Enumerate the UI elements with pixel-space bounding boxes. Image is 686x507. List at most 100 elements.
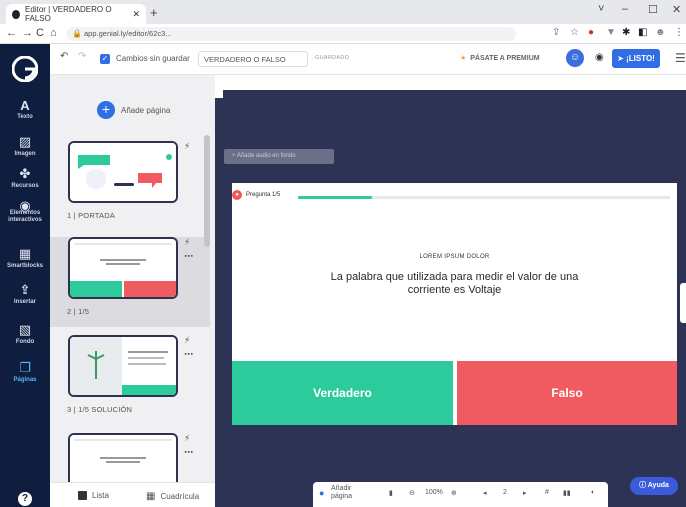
page-label-3: 3 | 1/5 SOLUCIÓN: [67, 405, 133, 414]
back-icon[interactable]: ←: [6, 27, 17, 39]
help-button-label: Ayuda: [647, 482, 669, 489]
delete-icon[interactable]: ▮: [389, 489, 393, 497]
forward-icon[interactable]: →: [22, 27, 33, 39]
premium-label: PÁSATE A PREMIUM: [470, 55, 540, 62]
minimize-icon[interactable]: –: [622, 3, 628, 15]
grid-view-tab[interactable]: ▦ Cuadrícula: [146, 491, 199, 502]
sidebar-item-label: Texto: [17, 114, 33, 120]
extensions-puzzle-icon[interactable]: ✱: [622, 27, 630, 38]
pages-scrollbar[interactable]: [204, 135, 210, 247]
preview-eye-icon[interactable]: ◉: [595, 52, 604, 63]
magic-wand-icon[interactable]: ⚡: [184, 335, 190, 346]
hamburger-menu-icon[interactable]: ☰: [675, 51, 686, 65]
add-background-audio-button[interactable]: + Añade audio en fondo: [224, 149, 334, 164]
genially-favicon-icon: [12, 9, 21, 19]
sidebar-item-background[interactable]: ▧ Fondo: [0, 322, 50, 345]
tab-search-icon[interactable]: ˅: [598, 3, 604, 15]
page-thumbnail-4[interactable]: [68, 433, 178, 485]
tab-title: Editor | VERDADERO O FALSO: [25, 5, 112, 23]
background-icon: ▧: [18, 322, 32, 337]
zoom-in-icon[interactable]: ⊕: [451, 489, 457, 497]
page-number[interactable]: 2: [503, 489, 507, 496]
grid-lines-icon[interactable]: #: [545, 489, 549, 496]
saved-status: GUARDADO: [315, 55, 350, 61]
browser-tab[interactable]: Editor | VERDADERO O FALSO ✕: [6, 4, 146, 24]
sidebar-item-image[interactable]: ▨ Imagen: [0, 134, 50, 157]
add-page-bottom-button[interactable]: Añadir página: [331, 485, 361, 501]
browser-tab-bar: Editor | VERDADERO O FALSO ✕ + ˅ – ☐ ✕: [0, 0, 686, 24]
close-tab-icon[interactable]: ✕: [132, 9, 140, 20]
list-view-tab[interactable]: Lista: [78, 491, 109, 500]
page-thumbnail-3[interactable]: [68, 335, 178, 397]
magic-wand-icon[interactable]: ⚡: [184, 433, 190, 444]
sidebar-item-insert[interactable]: ⇪ Insertar: [0, 282, 50, 305]
page-label-1: 1 | PORTADA: [67, 211, 116, 220]
bookmark-star-icon[interactable]: ☆: [570, 27, 579, 38]
extension-icon[interactable]: ▼: [606, 27, 616, 38]
previous-page-icon[interactable]: ◂: [483, 489, 487, 497]
title-field[interactable]: VERDADERO O FALSO: [198, 51, 308, 67]
home-icon[interactable]: ⌂: [50, 27, 57, 39]
profile-icon[interactable]: ☻: [655, 27, 666, 38]
sidebar-item-label: Fondo: [15, 339, 35, 345]
true-button[interactable]: Verdadero: [232, 361, 453, 425]
ready-button[interactable]: ➤ ¡LISTO!: [612, 49, 660, 68]
new-tab-icon[interactable]: +: [150, 5, 158, 20]
add-circle-icon[interactable]: ●: [319, 488, 324, 498]
more-options-icon[interactable]: ⋯: [184, 251, 193, 262]
maximize-icon[interactable]: ☐: [648, 3, 658, 16]
question-text[interactable]: La palabra que utilizada para medir el v…: [322, 271, 587, 297]
browser-menu-icon[interactable]: ⋮: [674, 27, 684, 38]
canvas-resize-handle[interactable]: [215, 90, 223, 98]
plus-icon: +: [97, 101, 115, 119]
image-icon: ▨: [18, 134, 32, 149]
magic-wand-icon[interactable]: ⚡: [184, 141, 190, 152]
false-button[interactable]: Falso: [457, 361, 677, 425]
sidebar-item-resources[interactable]: ✤ Recursos: [0, 166, 50, 189]
magic-wand-icon[interactable]: ⚡: [184, 237, 190, 248]
sidebar-item-interactive[interactable]: ◉ Elementos interactivos: [0, 199, 50, 224]
side-handle[interactable]: [680, 283, 686, 323]
sidebar-item-label: Recursos: [11, 183, 39, 189]
lock-icon: 🔒: [72, 29, 82, 38]
url-field[interactable]: 🔒 app.genial.ly/editor/62c3...: [66, 27, 516, 41]
more-options-icon[interactable]: ⋯: [184, 349, 193, 360]
sidebar-item-pages[interactable]: ❐ Páginas: [0, 360, 50, 383]
save-status-checkbox[interactable]: ✓: [100, 54, 110, 64]
next-page-icon[interactable]: ▸: [523, 489, 527, 497]
sidebar-item-label: Imagen: [14, 151, 36, 157]
sidepanel-icon[interactable]: ◧: [638, 27, 647, 38]
question-dot-icon: ●: [232, 190, 242, 200]
color-palette-icon[interactable]: ◐: [591, 489, 595, 496]
smartblocks-icon: ▦: [18, 246, 32, 261]
pinterest-extension-icon[interactable]: ●: [588, 27, 594, 38]
add-page-button[interactable]: + Añade página: [97, 101, 170, 119]
layout-icon[interactable]: ▮▮: [563, 489, 571, 497]
help-icon[interactable]: ?: [18, 492, 32, 506]
question-thumbnail-art: [70, 435, 176, 485]
page-thumbnail-1[interactable]: [68, 141, 178, 203]
solution-thumbnail-art: [70, 337, 176, 395]
zoom-out-icon[interactable]: ⊖: [409, 489, 415, 497]
slide-kicker[interactable]: LOREM IPSUM DOLOR: [232, 254, 677, 260]
editor-toolbar: ↶ ↷ ✓ Cambios sin guardar VERDADERO O FA…: [50, 44, 686, 75]
close-window-icon[interactable]: ✕: [672, 3, 681, 16]
help-button[interactable]: ⓘ Ayuda: [630, 477, 678, 495]
genially-logo-icon[interactable]: [12, 56, 38, 82]
insert-icon: ⇪: [19, 282, 31, 297]
premium-button[interactable]: ★ PÁSATE A PREMIUM: [460, 54, 540, 62]
page-thumbnail-2[interactable]: [68, 237, 178, 299]
undo-icon[interactable]: ↶: [60, 51, 68, 62]
sidebar-item-text[interactable]: A Texto: [0, 98, 50, 120]
collaborators-icon[interactable]: ☺: [566, 49, 584, 67]
page-label-2: 2 | 1/5: [67, 307, 90, 316]
more-options-icon[interactable]: ⋯: [184, 447, 193, 458]
share-page-icon[interactable]: ⇪: [552, 27, 560, 38]
sidebar-item-smartblocks[interactable]: ▦ Smartblocks: [0, 246, 50, 269]
sidebar-item-label: Elementos interactivos: [8, 210, 42, 223]
redo-icon[interactable]: ↷: [78, 51, 86, 62]
unsaved-changes-text: Cambios sin guardar: [116, 54, 190, 63]
sidebar-item-label: Páginas: [13, 377, 37, 383]
title-value: VERDADERO O FALSO: [204, 55, 286, 64]
reload-icon[interactable]: C: [36, 27, 44, 39]
